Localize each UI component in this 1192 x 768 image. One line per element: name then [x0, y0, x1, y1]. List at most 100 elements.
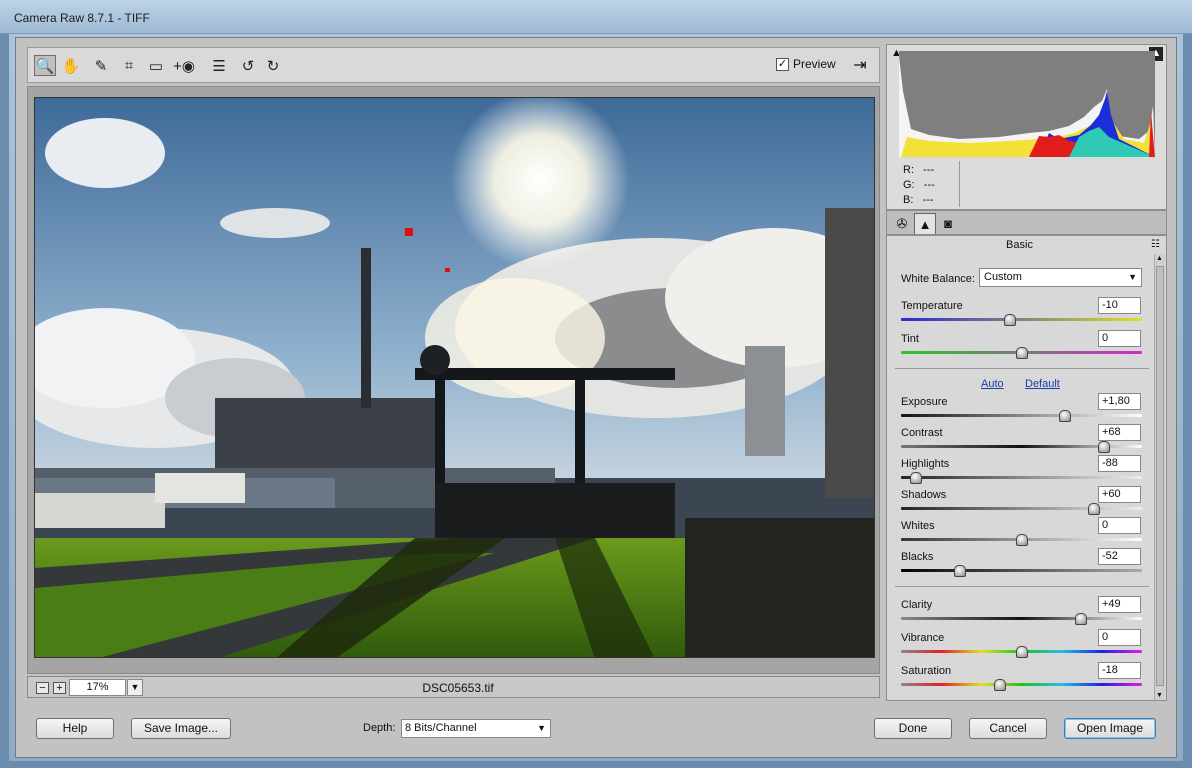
clarity-field[interactable]: +49	[1098, 596, 1141, 613]
help-button[interactable]: Help	[36, 718, 114, 739]
highlights-label: Highlights	[901, 458, 950, 470]
histogram-graph	[899, 56, 1155, 157]
g-value: ---	[923, 179, 935, 191]
section-divider	[895, 368, 1149, 369]
whites-thumb[interactable]	[1016, 534, 1028, 546]
auto-link[interactable]: Auto	[981, 378, 1004, 390]
tint-thumb[interactable]	[1016, 347, 1028, 359]
depth-value: 8 Bits/Channel	[405, 722, 477, 734]
saturation-thumb[interactable]	[994, 679, 1006, 691]
white-balance-select[interactable]: Custom ▼	[979, 268, 1142, 287]
blacks-thumb[interactable]	[954, 565, 966, 577]
panel-title: Basic	[1006, 239, 1033, 251]
rgb-readout: R: --- G: --- B: ---	[903, 163, 935, 208]
open-image-button[interactable]: Open Image	[1064, 718, 1156, 739]
whites-label: Whites	[901, 520, 935, 532]
temperature-field[interactable]: -10	[1098, 297, 1141, 314]
histogram-panel: ▲ ▲ R: --- G: --- B: ---	[886, 44, 1167, 210]
histogram-plot	[899, 51, 1155, 157]
white-balance-value: Custom	[984, 271, 1022, 283]
rotate-left-icon[interactable]: ↺	[237, 55, 259, 76]
contrast-label: Contrast	[901, 427, 943, 439]
clarity-thumb[interactable]	[1075, 613, 1087, 625]
zoom-out-button[interactable]: −	[36, 682, 49, 694]
scrollbar-thumb[interactable]	[1156, 266, 1164, 686]
hand-tool-icon[interactable]: ✋	[60, 55, 82, 76]
saturation-track[interactable]	[901, 683, 1142, 686]
rotate-right-icon[interactable]: ↻	[262, 55, 284, 76]
default-link[interactable]: Default	[1025, 378, 1060, 390]
scroll-down-icon[interactable]: ▼	[1156, 692, 1163, 699]
clarity-track[interactable]	[901, 617, 1142, 620]
depth-label: Depth:	[363, 722, 396, 734]
highlights-thumb[interactable]	[910, 472, 922, 484]
temperature-thumb[interactable]	[1004, 314, 1016, 326]
vibrance-field[interactable]: 0	[1098, 629, 1141, 646]
b-label: B:	[903, 194, 914, 206]
tab-camera-calibration-icon[interactable]: ◙	[937, 213, 959, 234]
r-value: ---	[923, 164, 935, 176]
fullscreen-icon[interactable]: ⇥	[848, 54, 872, 76]
zoom-in-button[interactable]: +	[53, 682, 66, 694]
zoom-dropdown-icon[interactable]: ▼	[127, 679, 143, 696]
white-balance-label: White Balance:	[901, 273, 975, 285]
exposure-track[interactable]	[901, 414, 1142, 417]
photo-preview[interactable]	[34, 97, 875, 658]
zoom-tool-icon[interactable]: 🔍	[34, 55, 56, 76]
shadows-field[interactable]: +60	[1098, 486, 1141, 503]
depth-select[interactable]: 8 Bits/Channel ▼	[401, 719, 551, 738]
toolbar: 🔍 ✋ ✎ ⌗ ▭ +◉ ☰ ↺ ↻ ✓ Preview ⇥	[27, 47, 880, 83]
preview-toggle[interactable]: ✓ Preview	[776, 57, 836, 71]
straighten-tool-icon[interactable]: ▭	[145, 55, 167, 76]
temperature-track[interactable]	[901, 318, 1142, 321]
crop-tool-icon[interactable]: ⌗	[118, 55, 140, 76]
image-status-bar: − + 17% ▼ DSC05653.tif	[27, 676, 880, 698]
highlights-track[interactable]	[901, 476, 1142, 479]
shadows-label: Shadows	[901, 489, 947, 501]
blacks-label: Blacks	[901, 551, 934, 563]
g-label: G:	[903, 179, 915, 191]
tab-camera-settings-icon[interactable]: ✇	[891, 213, 913, 234]
shadows-thumb[interactable]	[1088, 503, 1100, 515]
shadows-track[interactable]	[901, 507, 1142, 510]
r-label: R:	[903, 164, 914, 176]
panel-tabs: ✇ ▲ ◙	[886, 210, 1167, 235]
contrast-field[interactable]: +68	[1098, 424, 1141, 441]
vibrance-thumb[interactable]	[1016, 646, 1028, 658]
preview-checkbox[interactable]: ✓	[776, 57, 789, 71]
zoom-level-field[interactable]: 17%	[69, 679, 126, 696]
exposure-thumb[interactable]	[1059, 410, 1071, 422]
saturation-field[interactable]: -18	[1098, 662, 1141, 679]
contrast-thumb[interactable]	[1098, 441, 1110, 453]
panel-menu-icon[interactable]: ☷	[1151, 239, 1160, 250]
tint-label: Tint	[901, 333, 919, 345]
blacks-field[interactable]: -52	[1098, 548, 1141, 565]
readout-divider	[959, 161, 960, 207]
image-viewport	[27, 86, 880, 674]
basic-panel: Basic ☷ ▲ ▼ White Balance: Custom ▼ Temp…	[886, 235, 1167, 701]
red-eye-tool-icon[interactable]: +◉	[173, 55, 195, 76]
window-title: Camera Raw 8.7.1 - TIFF	[14, 11, 150, 25]
preview-label: Preview	[793, 57, 836, 71]
chevron-down-icon: ▼	[1128, 272, 1137, 282]
cancel-button[interactable]: Cancel	[969, 718, 1047, 739]
done-button[interactable]: Done	[874, 718, 952, 739]
exposure-label: Exposure	[901, 396, 948, 408]
panel-scrollbar[interactable]: ▲ ▼	[1154, 254, 1165, 700]
highlights-field[interactable]: -88	[1098, 455, 1141, 472]
saturation-label: Saturation	[901, 665, 952, 677]
white-balance-tool-icon[interactable]: ✎	[90, 55, 112, 76]
tint-field[interactable]: 0	[1098, 330, 1141, 347]
blacks-track[interactable]	[901, 569, 1142, 572]
section-divider	[895, 586, 1149, 587]
whites-field[interactable]: 0	[1098, 517, 1141, 534]
title-bar: Camera Raw 8.7.1 - TIFF	[0, 0, 1192, 34]
preferences-icon[interactable]: ☰	[208, 55, 230, 76]
tab-basic-icon[interactable]: ▲	[914, 213, 936, 234]
exposure-field[interactable]: +1,80	[1098, 393, 1141, 410]
chevron-down-icon: ▼	[537, 723, 546, 733]
file-name: DSC05653.tif	[422, 681, 494, 695]
temperature-label: Temperature	[901, 300, 963, 312]
scroll-up-icon[interactable]: ▲	[1156, 255, 1163, 262]
save-image-button[interactable]: Save Image...	[131, 718, 231, 739]
